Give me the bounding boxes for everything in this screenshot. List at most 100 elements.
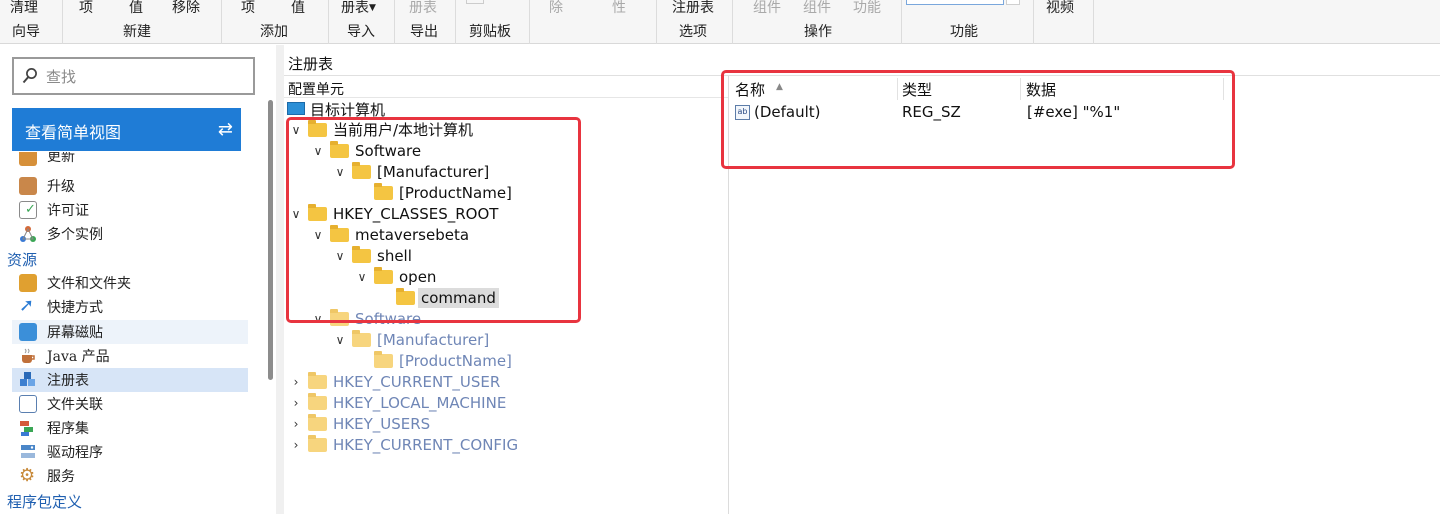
collapse-chevron-icon[interactable]: › — [289, 372, 303, 392]
group-label-new: 新建 — [123, 24, 151, 40]
group-label-feature: 功能 — [950, 24, 978, 40]
ribbon-divider — [62, 0, 63, 44]
ribbon-btn-properties[interactable]: 性 — [612, 0, 626, 17]
section-resources[interactable]: 资源 — [7, 249, 37, 270]
group-label-options: 选项 — [679, 24, 707, 40]
panel-splitter[interactable] — [276, 45, 284, 514]
java-cup-icon — [19, 347, 37, 365]
nav-item-label: 驱动程序 — [47, 445, 103, 461]
ribbon-btn-import-registry[interactable]: 册表▼ — [341, 0, 376, 17]
folder-icon — [308, 435, 327, 452]
ribbon-btn-export-registry[interactable]: 册表 — [409, 0, 437, 17]
nav-item-label: 文件关联 — [47, 397, 103, 413]
folder-icon — [374, 351, 393, 368]
tree-column-header[interactable]: 配置单元 — [288, 79, 344, 99]
ribbon-divider — [221, 0, 222, 44]
folder-icon — [308, 372, 327, 389]
ribbon-btn-feature[interactable]: 功能 — [853, 0, 881, 17]
file-association-icon — [19, 395, 37, 413]
nav-item-files-folders[interactable]: 文件和文件夹 — [12, 271, 248, 295]
ribbon-divider — [901, 0, 902, 44]
section-package-definition[interactable]: 程序包定义 — [7, 491, 82, 512]
nav-item-label: 文件和文件夹 — [47, 276, 131, 292]
clipboard-icon[interactable] — [466, 0, 484, 4]
license-check-icon: ✓ — [19, 201, 37, 219]
ribbon-btn-cleanup[interactable]: 清理 — [10, 0, 38, 17]
tree-node-label: HKEY_CURRENT_USER — [333, 373, 501, 391]
files-folders-icon — [19, 274, 37, 292]
ribbon-divider — [455, 0, 456, 44]
collapse-chevron-icon[interactable]: › — [289, 414, 303, 434]
ribbon-divider — [1093, 0, 1094, 44]
dropdown-caret-icon: ▼ — [369, 3, 376, 13]
group-label-export: 导出 — [410, 24, 438, 40]
nav-item-label: 快捷方式 — [47, 300, 103, 316]
collapse-chevron-icon[interactable]: › — [289, 393, 303, 413]
ribbon-feature-dropdown[interactable] — [1006, 0, 1020, 5]
nav-item-file-associations[interactable]: 文件关联 — [12, 392, 248, 416]
left-nav-scrollbar[interactable] — [268, 100, 273, 380]
nav-item-label: 更新 — [47, 152, 75, 165]
ribbon-btn-registry-options[interactable]: 注册表 — [672, 0, 714, 17]
drivers-icon — [19, 443, 37, 461]
nav-item-drivers[interactable]: 驱动程序 — [12, 440, 248, 464]
nav-item-upgrade[interactable]: 升级 — [12, 174, 248, 198]
ribbon-btn-delete[interactable]: 除 — [549, 0, 563, 17]
tree-node-label: HKEY_LOCAL_MACHINE — [333, 394, 507, 412]
ribbon-divider — [1033, 0, 1034, 44]
nav-item-services[interactable]: ⚙ 服务 — [12, 464, 248, 488]
upgrade-box-icon — [19, 177, 37, 195]
group-label-clipboard: 剪贴板 — [469, 24, 511, 40]
search-icon — [22, 68, 37, 84]
nav-item-license[interactable]: ✓ 许可证 — [12, 198, 248, 222]
group-label-add: 添加 — [260, 24, 288, 40]
ribbon-btn-video[interactable]: 视频 — [1046, 0, 1074, 17]
nav-item-label: 注册表 — [47, 373, 89, 389]
nav-item-screen-tiles[interactable]: 屏幕磁贴 — [12, 320, 248, 344]
page-title: 注册表 — [288, 55, 334, 73]
ribbon-btn-add-key[interactable]: 项 — [241, 0, 255, 17]
nav-item-shortcuts[interactable]: ➚ 快捷方式 — [12, 295, 248, 319]
nav-item-label: 程序集 — [47, 421, 89, 437]
computer-icon — [287, 102, 305, 115]
screen-tiles-icon — [19, 323, 37, 341]
nav-item-label: Java 产品 — [47, 349, 110, 365]
nav-item-label: 许可证 — [47, 203, 89, 219]
folder-icon — [308, 393, 327, 410]
ribbon-btn-add-value[interactable]: 值 — [291, 0, 305, 17]
group-label-wizard: 向导 — [12, 24, 40, 40]
ribbon-divider — [394, 0, 395, 44]
ribbon-btn-new-value[interactable]: 值 — [129, 0, 143, 17]
expand-chevron-icon[interactable]: ∨ — [333, 330, 347, 350]
ribbon-btn-import-label: 册表 — [341, 0, 369, 16]
tree-node-label: HKEY_USERS — [333, 415, 431, 433]
ribbon-btn-component-2[interactable]: 组件 — [803, 0, 831, 17]
nav-item-update[interactable]: 更新 — [12, 152, 248, 169]
ribbon-btn-remove[interactable]: 移除 — [172, 0, 200, 17]
search-box[interactable]: 查找 — [12, 57, 255, 95]
annotation-box-tree — [286, 117, 581, 323]
assemblies-icon — [19, 419, 37, 437]
group-label-import: 导入 — [347, 24, 375, 40]
left-nav-panel: 查找 查看简单视图 ⇄ 更新 升级 ✓ 许可证 多个实例 资源 文件和文件夹 ➚… — [0, 45, 260, 514]
switch-arrows-icon: ⇄ — [217, 119, 233, 140]
nav-item-label: 升级 — [47, 179, 75, 195]
ribbon-btn-component-1[interactable]: 组件 — [753, 0, 781, 17]
group-label-operations: 操作 — [804, 24, 832, 40]
update-icon — [19, 152, 37, 166]
simple-view-button[interactable]: 查看简单视图 ⇄ — [12, 108, 241, 151]
folder-icon — [308, 414, 327, 431]
nav-item-java-products[interactable]: Java 产品 — [12, 344, 248, 368]
nav-item-registry[interactable]: 注册表 — [12, 368, 248, 392]
folder-icon — [352, 330, 371, 347]
ribbon-feature-field[interactable] — [906, 0, 1004, 5]
nav-item-multiple-instances[interactable]: 多个实例 — [12, 222, 248, 246]
ribbon-divider — [328, 0, 329, 44]
collapse-chevron-icon[interactable]: › — [289, 435, 303, 455]
tree-node-label: [Manufacturer] — [377, 331, 490, 349]
tree-header-divider — [284, 97, 728, 98]
nav-item-label: 服务 — [47, 469, 75, 485]
search-input[interactable]: 查找 — [46, 66, 76, 87]
ribbon-btn-new-key[interactable]: 项 — [79, 0, 93, 17]
nav-item-assemblies[interactable]: 程序集 — [12, 416, 248, 440]
